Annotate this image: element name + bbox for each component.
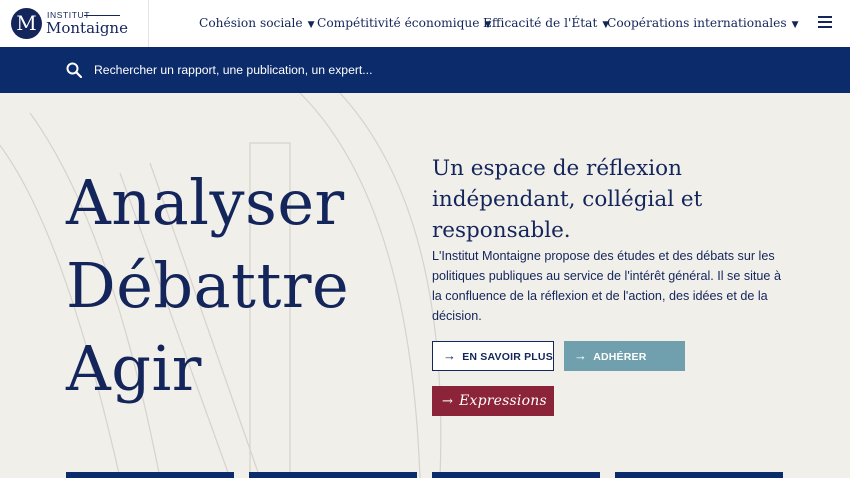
arrow-right-icon: → (442, 394, 454, 409)
logo-monogram: M (11, 8, 42, 39)
nav-item-label: Coopérations internationales (607, 16, 787, 30)
hero-word-agir: Agir (66, 332, 202, 405)
caret-down-icon: ▼ (791, 20, 799, 30)
search-icon[interactable] (66, 62, 82, 78)
join-label: ADHÉRER (593, 351, 647, 363)
hero-subtitle: Un espace de réflexion indépendant, coll… (432, 156, 703, 243)
search-bar[interactable]: Rechercher un rapport, une publication, … (0, 47, 850, 93)
expressions-label: Expressions (459, 393, 547, 409)
logo-rule (84, 15, 120, 16)
hero-word-analyser: Analyser (66, 166, 345, 239)
nav-item-cohesion-sociale[interactable]: Cohésion sociale ▼ (199, 0, 315, 47)
nav-item-competitivite-economique[interactable]: Compétitivité économique ▼ (317, 0, 491, 47)
nav-item-cooperations-internationales[interactable]: Coopérations internationales ▼ (607, 0, 799, 47)
arrow-right-icon: → (443, 348, 457, 363)
card-preview[interactable] (432, 472, 600, 478)
card-preview[interactable] (615, 472, 783, 478)
learn-more-label: EN SAVOIR PLUS (462, 351, 553, 363)
expressions-button[interactable]: → Expressions (432, 386, 554, 416)
arrow-right-icon: → (574, 348, 588, 363)
top-navigation-bar: M INSTITUT Montaigne Cohésion sociale ▼ C… (0, 0, 850, 47)
logo-montaigne-label: Montaigne (46, 19, 128, 37)
card-preview[interactable] (66, 472, 234, 478)
hamburger-menu-icon[interactable] (818, 16, 832, 29)
hero-description: L'Institut Montaigne propose des études … (432, 249, 781, 323)
learn-more-button[interactable]: → EN SAVOIR PLUS (432, 341, 554, 371)
institut-montaigne-logo[interactable]: M INSTITUT Montaigne (0, 0, 149, 47)
join-button[interactable]: → ADHÉRER (564, 341, 685, 371)
nav-item-label: Efficacité de l'État (483, 16, 598, 30)
nav-item-label: Cohésion sociale (199, 16, 303, 30)
search-input[interactable]: Rechercher un rapport, une publication, … (94, 47, 372, 93)
hero-word-debattre: Débattre (66, 249, 350, 322)
nav-item-label: Compétitivité économique (317, 16, 480, 30)
card-preview[interactable] (249, 472, 417, 478)
nav-item-efficacite-etat[interactable]: Efficacité de l'État ▼ (483, 0, 609, 47)
caret-down-icon: ▼ (307, 20, 315, 30)
